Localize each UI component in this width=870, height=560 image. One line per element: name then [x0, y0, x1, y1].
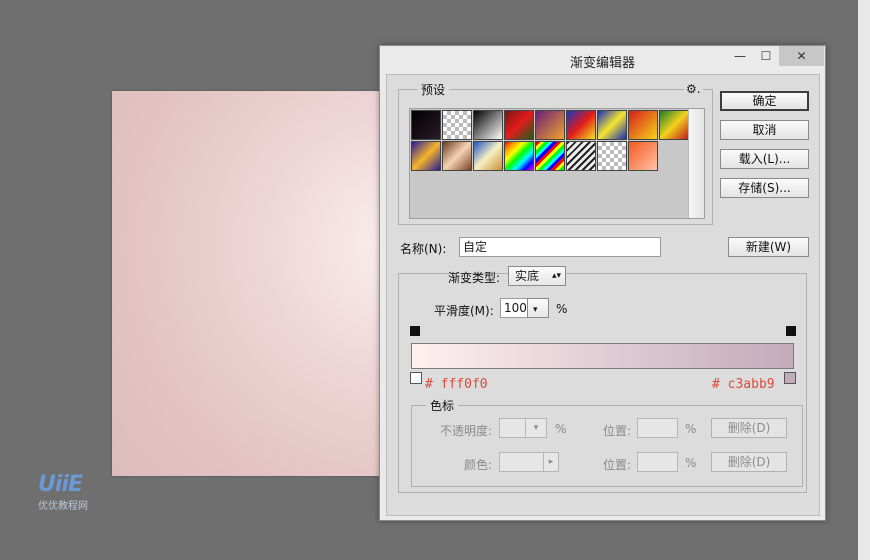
- gradient-type-select[interactable]: 实底 ▴▾: [508, 266, 566, 286]
- save-button[interactable]: 存储(S)...: [720, 178, 809, 198]
- preset-swatch[interactable]: [597, 110, 627, 140]
- preset-swatch[interactable]: [566, 141, 596, 171]
- opacity-position-percent: %: [685, 422, 697, 436]
- delete-opacity-stop-button[interactable]: 删除(D): [711, 418, 787, 438]
- name-input[interactable]: 自定: [459, 237, 661, 257]
- opacity-stop-right[interactable]: [786, 326, 796, 336]
- preset-swatch[interactable]: [597, 141, 627, 171]
- new-button[interactable]: 新建(W): [728, 237, 809, 257]
- preset-swatch[interactable]: [628, 141, 658, 171]
- gear-icon[interactable]: ⚙.: [684, 82, 703, 96]
- smoothness-label: 平滑度(M):: [434, 304, 494, 318]
- delete-color-stop-button[interactable]: 删除(D): [711, 452, 787, 472]
- ok-button[interactable]: 确定: [720, 91, 809, 111]
- color-stops-legend: 色标: [426, 397, 459, 414]
- select-arrows-icon: ▴▾: [551, 271, 561, 281]
- color-position-input[interactable]: [637, 452, 678, 472]
- preset-scrollbar[interactable]: [688, 109, 704, 218]
- gradient-type-value: 实底: [515, 269, 540, 283]
- watermark: UiiE 优优教程网: [38, 472, 108, 513]
- preset-swatch[interactable]: [473, 141, 503, 171]
- preset-swatch[interactable]: [411, 141, 441, 171]
- smoothness-percent: %: [556, 302, 568, 316]
- color-position-percent: %: [685, 456, 697, 470]
- color-stop-left[interactable]: [410, 372, 422, 384]
- color-swatch-input[interactable]: [499, 452, 544, 472]
- opacity-position-label: 位置:: [603, 424, 632, 438]
- preset-swatch[interactable]: [535, 110, 565, 140]
- opacity-input[interactable]: [499, 418, 526, 438]
- chevron-down-icon: ▾: [533, 305, 538, 315]
- preset-swatch[interactable]: [535, 141, 565, 171]
- minimize-icon[interactable]: —: [727, 46, 753, 66]
- gradient-type-label: 渐变类型:: [448, 271, 501, 285]
- preset-swatch[interactable]: [442, 141, 472, 171]
- preset-swatch[interactable]: [504, 141, 534, 171]
- maximize-icon[interactable]: ☐: [753, 46, 779, 66]
- close-icon[interactable]: ✕: [779, 46, 824, 66]
- color-label: 颜色:: [464, 458, 493, 472]
- dialog-body: 预设 ⚙. 确定 取消 载入(L)... 存储(S)... 名称(N): 自定 …: [386, 74, 820, 516]
- color-stop-right[interactable]: [784, 372, 796, 384]
- opacity-percent: %: [555, 422, 567, 436]
- presets-group: 预设 ⚙.: [398, 81, 713, 225]
- workspace-right-panel-edge: [858, 0, 870, 560]
- opacity-label: 不透明度:: [440, 424, 493, 438]
- opacity-stop-left[interactable]: [410, 326, 420, 336]
- preset-swatch[interactable]: [411, 110, 441, 140]
- preset-swatch[interactable]: [566, 110, 596, 140]
- watermark-logo: UiiE: [38, 472, 83, 497]
- gradient-editor-dialog: 渐变编辑器 — ☐ ✕ 预设 ⚙. 确定 取消 载入(L)... 存储(S)..…: [379, 45, 826, 521]
- dialog-titlebar[interactable]: 渐变编辑器 — ☐ ✕: [380, 46, 825, 74]
- gradient-preview-bar[interactable]: [411, 343, 794, 369]
- opacity-position-input[interactable]: [637, 418, 678, 438]
- preset-swatch[interactable]: [473, 110, 503, 140]
- preset-swatch-list: [409, 108, 705, 219]
- preset-swatch[interactable]: [659, 110, 689, 140]
- presets-legend: 预设: [417, 81, 450, 98]
- color-position-label: 位置:: [603, 458, 632, 472]
- opacity-dropdown[interactable]: ▾: [525, 418, 547, 438]
- start-color-hex: # fff0f0: [425, 377, 488, 392]
- preset-swatch[interactable]: [442, 110, 472, 140]
- cancel-button[interactable]: 取消: [720, 120, 809, 140]
- watermark-text: 优优教程网: [38, 501, 88, 512]
- color-swatch-dropdown[interactable]: ▸: [543, 452, 559, 472]
- load-button[interactable]: 载入(L)...: [720, 149, 809, 169]
- end-color-hex: # c3abb9: [712, 377, 775, 392]
- name-label: 名称(N):: [400, 242, 447, 256]
- smoothness-dropdown[interactable]: ▾: [527, 298, 549, 318]
- preset-swatch[interactable]: [628, 110, 658, 140]
- preset-swatch[interactable]: [504, 110, 534, 140]
- smoothness-input[interactable]: 100: [500, 298, 528, 318]
